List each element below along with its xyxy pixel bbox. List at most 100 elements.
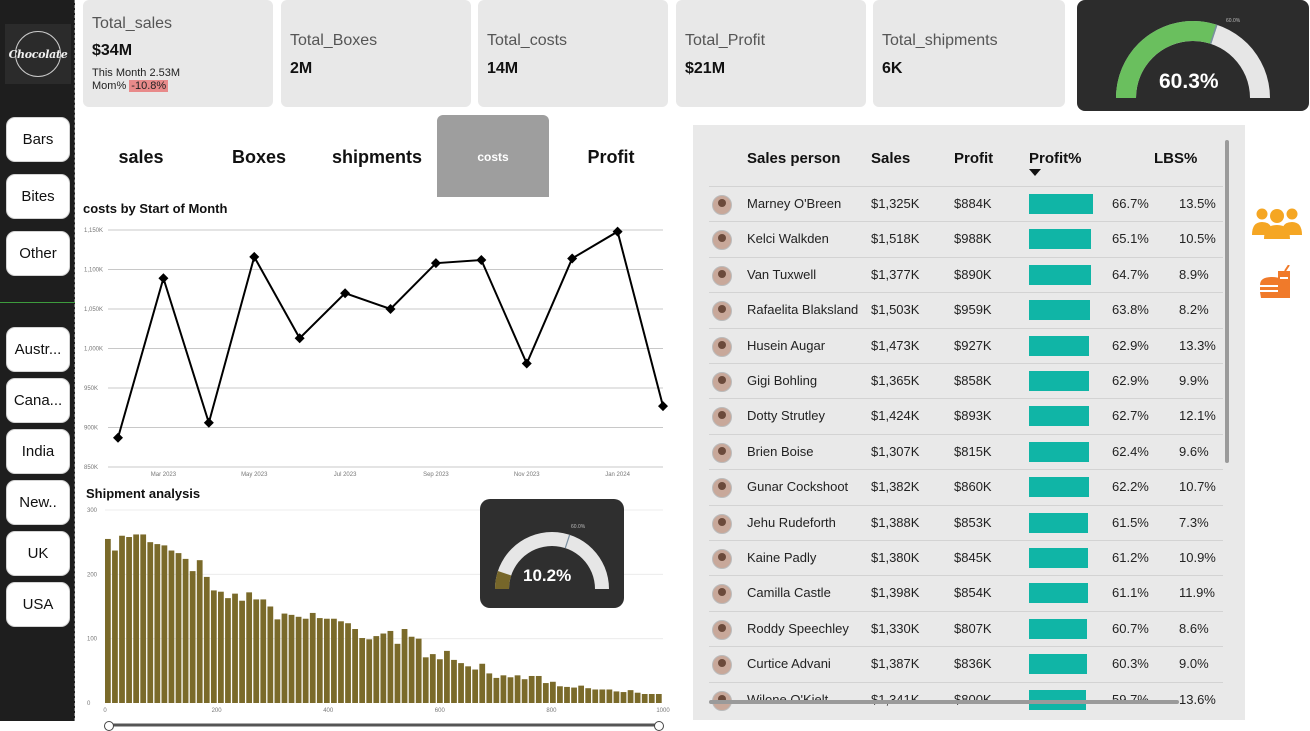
- histogram-bar[interactable]: [514, 675, 521, 703]
- histogram-bar[interactable]: [436, 659, 443, 703]
- histogram-bar[interactable]: [203, 576, 210, 703]
- histogram-bar[interactable]: [549, 681, 556, 703]
- histogram-bar[interactable]: [154, 544, 161, 703]
- tab-costs[interactable]: costs: [437, 115, 549, 197]
- table-row[interactable]: Jehu Rudeforth $1,388K $853K 61.5% 7.3%: [709, 504, 1223, 540]
- histogram-bar[interactable]: [606, 689, 613, 703]
- table-row[interactable]: Dotty Strutley $1,424K $893K 62.7% 12.1%: [709, 398, 1223, 433]
- tab-boxes[interactable]: Boxes: [200, 115, 318, 197]
- histogram-bar[interactable]: [295, 616, 302, 703]
- histogram-bar[interactable]: [648, 693, 655, 703]
- histogram-bar[interactable]: [253, 599, 260, 703]
- histogram-bar[interactable]: [641, 693, 648, 703]
- histogram-bar[interactable]: [323, 618, 330, 703]
- filter-india-button[interactable]: India: [6, 429, 70, 474]
- column-header-lbs-pct[interactable]: LBS%: [1154, 150, 1197, 167]
- histogram-bar[interactable]: [309, 612, 316, 703]
- histogram-bar[interactable]: [274, 619, 281, 703]
- data-point[interactable]: [113, 432, 123, 443]
- histogram-bar[interactable]: [352, 629, 358, 703]
- histogram-bar[interactable]: [133, 534, 140, 703]
- histogram-bar[interactable]: [578, 685, 585, 703]
- histogram-bar[interactable]: [422, 657, 429, 703]
- table-row[interactable]: Gigi Bohling $1,365K $858K 62.9% 9.9%: [709, 363, 1223, 398]
- histogram-bar[interactable]: [366, 639, 373, 703]
- histogram-bar[interactable]: [479, 663, 486, 703]
- histogram-bar[interactable]: [655, 693, 662, 703]
- data-point[interactable]: [612, 226, 623, 237]
- histogram-bar[interactable]: [585, 688, 592, 703]
- histogram-bar[interactable]: [564, 686, 570, 703]
- histogram-bar[interactable]: [401, 629, 408, 703]
- histogram-bar[interactable]: [429, 654, 436, 703]
- histogram-bar[interactable]: [380, 633, 387, 703]
- data-point[interactable]: [158, 273, 169, 284]
- histogram-bar[interactable]: [210, 590, 217, 703]
- histogram-bar[interactable]: [613, 691, 620, 703]
- histogram-bar[interactable]: [373, 636, 380, 703]
- histogram-bar[interactable]: [345, 623, 351, 703]
- filter-usa-button[interactable]: USA: [6, 582, 70, 627]
- table-row[interactable]: Husein Augar $1,473K $927K 62.9% 13.3%: [709, 327, 1223, 363]
- histogram-bar[interactable]: [232, 593, 238, 703]
- histogram-bar[interactable]: [465, 666, 471, 703]
- histogram-bar[interactable]: [415, 638, 422, 703]
- food-drink-icon[interactable]: [1258, 265, 1294, 301]
- table-row[interactable]: Van Tuxwell $1,377K $890K 64.7% 8.9%: [709, 256, 1223, 292]
- tab-sales[interactable]: sales: [82, 115, 200, 197]
- histogram-bar[interactable]: [316, 618, 323, 703]
- histogram-bar[interactable]: [627, 690, 634, 703]
- histogram-bar[interactable]: [620, 692, 627, 703]
- histogram-bar[interactable]: [528, 675, 535, 703]
- histogram-bar[interactable]: [126, 537, 132, 703]
- column-header-sales[interactable]: Sales: [871, 150, 910, 167]
- histogram-bar[interactable]: [161, 545, 168, 703]
- histogram-bar[interactable]: [486, 673, 493, 703]
- histogram-bar[interactable]: [408, 636, 415, 703]
- data-point[interactable]: [521, 358, 532, 369]
- histogram-bar[interactable]: [239, 600, 245, 703]
- histogram-bar[interactable]: [571, 687, 577, 703]
- column-header-profit-pct[interactable]: Profit%: [1029, 150, 1082, 167]
- data-point[interactable]: [567, 253, 578, 264]
- filter-uk-button[interactable]: UK: [6, 531, 70, 576]
- tab-shipments[interactable]: shipments: [318, 115, 436, 197]
- histogram-bar[interactable]: [140, 534, 147, 703]
- histogram-bar[interactable]: [500, 675, 507, 703]
- histogram-bar[interactable]: [246, 592, 253, 703]
- histogram-bar[interactable]: [288, 614, 295, 703]
- histogram-bar[interactable]: [493, 677, 500, 703]
- filter-other-button[interactable]: Other: [6, 231, 70, 276]
- table-row[interactable]: Curtice Advani $1,387K $836K 60.3% 9.0%: [709, 646, 1223, 681]
- histogram-bar[interactable]: [592, 689, 599, 703]
- data-point[interactable]: [658, 401, 668, 412]
- histogram-bar[interactable]: [599, 689, 606, 703]
- histogram-bar[interactable]: [331, 618, 337, 703]
- table-row[interactable]: Gunar Cockshoot $1,382K $860K 62.2% 10.7%: [709, 469, 1223, 504]
- histogram-bar[interactable]: [535, 675, 542, 703]
- histogram-bar[interactable]: [444, 650, 450, 703]
- histogram-bar[interactable]: [225, 598, 231, 703]
- data-point[interactable]: [203, 417, 214, 428]
- histogram-bar[interactable]: [507, 677, 514, 703]
- filter-canada-button[interactable]: Cana...: [6, 378, 70, 423]
- data-point[interactable]: [249, 251, 260, 262]
- horizontal-scrollbar[interactable]: [709, 700, 1179, 704]
- histogram-bar[interactable]: [260, 599, 267, 703]
- table-row[interactable]: Kaine Padly $1,380K $845K 61.2% 10.9%: [709, 540, 1223, 575]
- table-row[interactable]: Roddy Speechley $1,330K $807K 60.7% 8.6%: [709, 610, 1223, 646]
- data-point[interactable]: [476, 255, 487, 266]
- histogram-bar[interactable]: [196, 560, 203, 703]
- table-row[interactable]: Rafaelita Blaksland $1,503K $959K 63.8% 8.2%: [709, 292, 1223, 327]
- vertical-scrollbar[interactable]: [1225, 140, 1229, 463]
- histogram-bar[interactable]: [458, 663, 464, 703]
- table-row[interactable]: Marney O'Breen $1,325K $884K 66.7% 13.5%: [709, 186, 1223, 221]
- histogram-bar[interactable]: [189, 571, 196, 703]
- histogram-bar[interactable]: [182, 558, 189, 703]
- histogram-bar[interactable]: [105, 538, 111, 703]
- histogram-bar[interactable]: [218, 591, 224, 703]
- histogram-bar[interactable]: [338, 621, 344, 703]
- histogram-bar[interactable]: [147, 542, 154, 703]
- histogram-bar[interactable]: [112, 550, 118, 703]
- histogram-bar[interactable]: [521, 679, 528, 703]
